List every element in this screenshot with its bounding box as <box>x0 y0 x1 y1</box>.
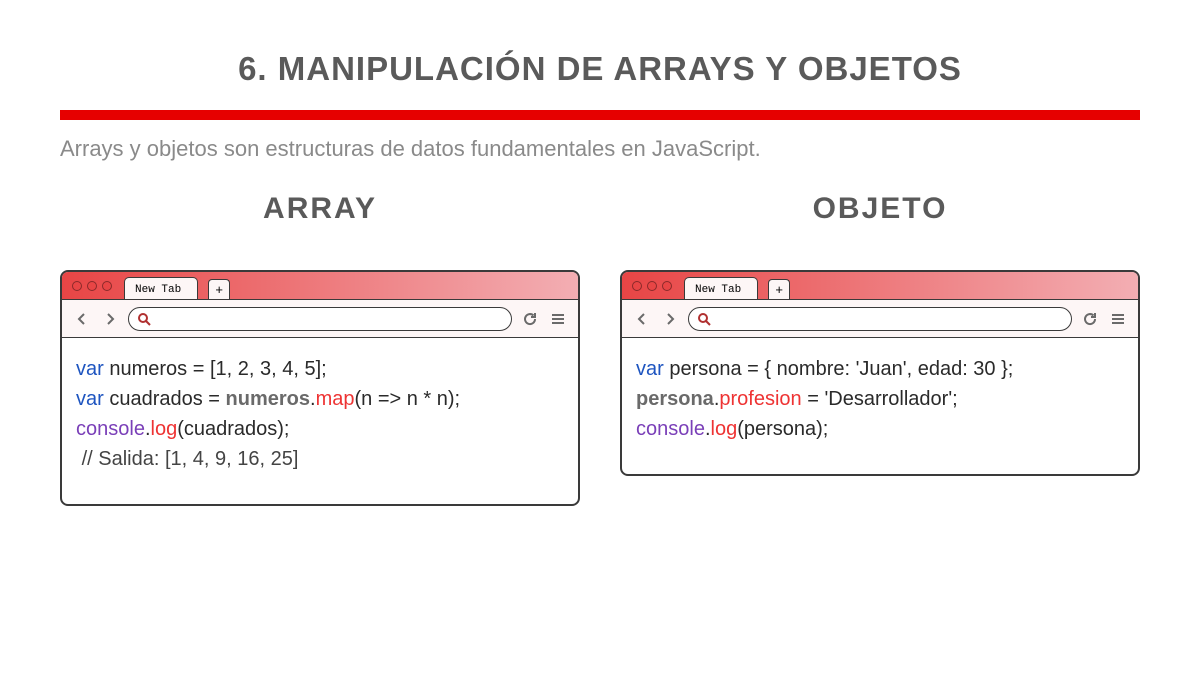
titlebar: New Tab + <box>622 272 1138 300</box>
code-token: var <box>76 358 104 380</box>
browser-tab[interactable]: New Tab <box>684 277 758 299</box>
back-icon[interactable] <box>632 309 652 329</box>
forward-icon[interactable] <box>100 309 120 329</box>
code-token: (cuadrados); <box>177 418 289 440</box>
forward-icon[interactable] <box>660 309 680 329</box>
close-dot-icon[interactable] <box>632 281 642 291</box>
new-tab-button[interactable]: + <box>768 279 790 299</box>
reload-icon[interactable] <box>520 309 540 329</box>
maximize-dot-icon[interactable] <box>102 281 112 291</box>
code-token: (persona); <box>737 418 828 440</box>
code-token: persona <box>636 388 714 410</box>
back-icon[interactable] <box>72 309 92 329</box>
code-token: = 'Desarrollador'; <box>802 388 958 410</box>
toolbar <box>622 300 1138 338</box>
code-token: numeros <box>226 388 310 410</box>
slide-subtitle: Arrays y objetos son estructuras de dato… <box>60 136 1140 162</box>
code-token: map <box>316 388 355 410</box>
minimize-dot-icon[interactable] <box>87 281 97 291</box>
columns: ARRAY New Tab + <box>60 192 1140 506</box>
code-token: cuadrados = <box>104 388 226 410</box>
new-tab-button[interactable]: + <box>208 279 230 299</box>
divider-bar <box>60 110 1140 120</box>
toolbar <box>62 300 578 338</box>
window-dots <box>72 281 112 291</box>
code-block-objeto: var persona = { nombre: 'Juan', edad: 30… <box>622 338 1138 474</box>
code-token: var <box>636 358 664 380</box>
code-token: log <box>151 418 178 440</box>
url-bar[interactable] <box>688 307 1072 331</box>
code-token: var <box>76 388 104 410</box>
code-token: console <box>76 418 145 440</box>
browser-window-array: New Tab + var numero <box>60 270 580 506</box>
code-comment: // Salida: [1, 4, 9, 16, 25] <box>76 448 298 470</box>
maximize-dot-icon[interactable] <box>662 281 672 291</box>
search-icon <box>697 312 711 326</box>
column-objeto: OBJETO New Tab + <box>620 192 1140 506</box>
code-token: numeros = [1, 2, 3, 4, 5]; <box>104 358 327 380</box>
titlebar: New Tab + <box>62 272 578 300</box>
code-token: (n => n * n); <box>354 388 460 410</box>
url-bar[interactable] <box>128 307 512 331</box>
close-dot-icon[interactable] <box>72 281 82 291</box>
menu-icon[interactable] <box>1108 309 1128 329</box>
heading-array: ARRAY <box>60 192 580 226</box>
search-icon <box>137 312 151 326</box>
slide-title: 6. MANIPULACIÓN DE ARRAYS Y OBJETOS <box>60 50 1140 88</box>
heading-objeto: OBJETO <box>620 192 1140 226</box>
code-token: profesion <box>719 388 801 410</box>
column-array: ARRAY New Tab + <box>60 192 580 506</box>
window-dots <box>632 281 672 291</box>
code-token: console <box>636 418 705 440</box>
menu-icon[interactable] <box>548 309 568 329</box>
code-token: persona = { nombre: 'Juan', edad: 30 }; <box>664 358 1014 380</box>
code-block-array: var numeros = [1, 2, 3, 4, 5]; var cuadr… <box>62 338 578 504</box>
browser-window-objeto: New Tab + var person <box>620 270 1140 476</box>
browser-tab[interactable]: New Tab <box>124 277 198 299</box>
reload-icon[interactable] <box>1080 309 1100 329</box>
minimize-dot-icon[interactable] <box>647 281 657 291</box>
code-token: log <box>711 418 738 440</box>
